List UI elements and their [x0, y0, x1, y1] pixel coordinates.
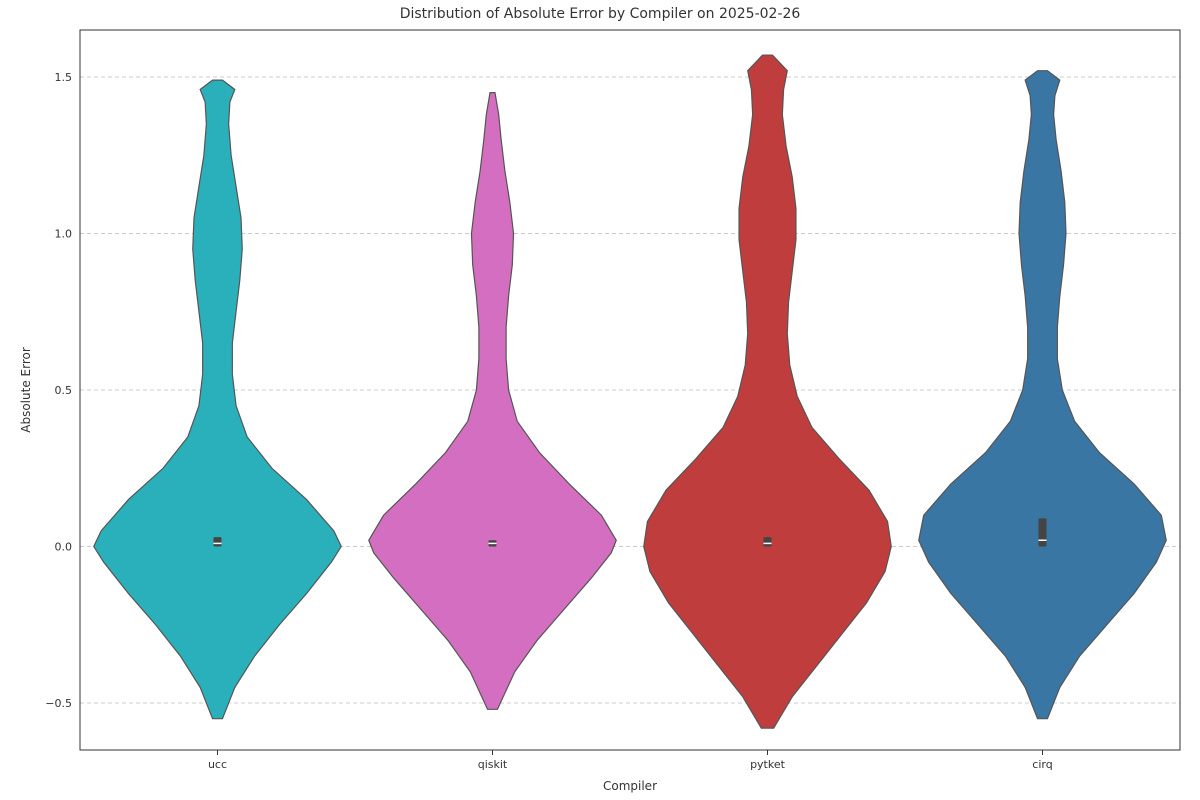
y-tick-label: 0.5	[55, 384, 73, 397]
y-axis-label: Absolute Error	[19, 347, 33, 433]
x-tick-label: qiskit	[478, 758, 508, 771]
y-tick-label: −0.5	[45, 697, 72, 710]
x-tick-label: ucc	[208, 758, 227, 771]
chart-title: Distribution of Absolute Error by Compil…	[400, 6, 801, 22]
inner-box-ucc	[214, 537, 222, 546]
x-tick-label: cirq	[1032, 758, 1052, 771]
chart-svg: −0.5 0.0 0.5 1.0 1.5 ucc qiskit pytket cirq Compi…	[0, 0, 1200, 800]
inner-box-cirq	[1039, 518, 1047, 546]
x-tick-label: pytket	[750, 758, 786, 771]
violin-chart: −0.5 0.0 0.5 1.0 1.5 ucc qiskit pytket cirq Compi…	[0, 0, 1200, 800]
y-tick-label: 1.5	[55, 71, 73, 84]
inner-box-pytket	[764, 537, 772, 546]
x-axis-label: Compiler	[603, 779, 657, 793]
y-tick-label: 0.0	[55, 541, 73, 554]
y-tick-label: 1.0	[55, 227, 73, 240]
